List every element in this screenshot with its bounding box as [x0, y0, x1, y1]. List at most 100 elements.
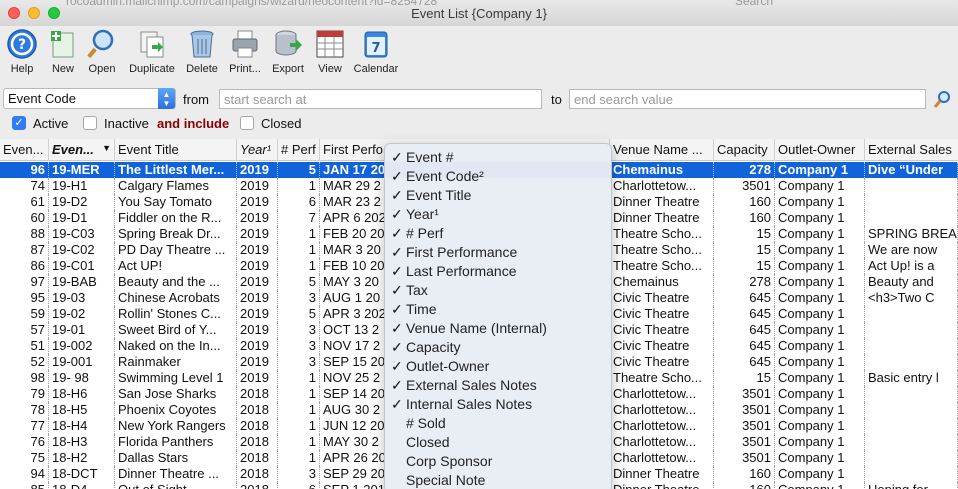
- column-header-year[interactable]: Year¹: [237, 139, 278, 161]
- table-cell-ext: [865, 194, 958, 210]
- table-cell-perf: 1: [278, 370, 320, 386]
- menu-item-column[interactable]: ✓ Tax: [385, 281, 611, 300]
- checkmark-icon: ✓: [391, 225, 403, 241]
- table-cell-capacity: 160: [714, 194, 775, 210]
- table-cell-num: 96: [0, 162, 49, 178]
- table-cell-code: 19-D2: [49, 194, 115, 210]
- table-cell-num: 79: [0, 386, 49, 402]
- table-cell-perf: 1: [278, 418, 320, 434]
- from-label: from: [183, 92, 209, 107]
- search-row: Event Code ▲ ▼ from start search at to en…: [0, 86, 958, 112]
- calendar-button[interactable]: 7 Calendar: [351, 28, 401, 75]
- window-title: Event List {Company 1}: [411, 6, 547, 21]
- table-cell-code: 18-H2: [49, 450, 115, 466]
- view-button[interactable]: View: [313, 28, 347, 75]
- checkmark-icon: ✓: [391, 320, 403, 336]
- menu-item-label: Special Note: [406, 472, 486, 488]
- menu-item-column[interactable]: ✓ Year¹: [385, 205, 611, 224]
- table-cell-year: 2019: [237, 354, 278, 370]
- column-header-perf[interactable]: # Perf: [278, 139, 320, 161]
- open-button[interactable]: Open: [85, 28, 119, 75]
- table-cell-code: 19-C02: [49, 242, 115, 258]
- checkmark-icon: ✓: [391, 244, 403, 260]
- table-cell-capacity: 3501: [714, 178, 775, 194]
- table-cell-num: 87: [0, 242, 49, 258]
- table-cell-capacity: 15: [714, 258, 775, 274]
- menu-item-column[interactable]: ✓ Event #: [385, 148, 611, 167]
- delete-button[interactable]: Delete: [184, 28, 220, 75]
- search-end-input[interactable]: end search value: [569, 89, 926, 109]
- menu-item-column[interactable]: ✓ First Performance: [385, 243, 611, 262]
- closed-checkbox[interactable]: [240, 116, 254, 130]
- menu-item-column[interactable]: Corp Sponsor: [385, 452, 611, 471]
- table-cell-perf: 3: [278, 322, 320, 338]
- column-header-outlet-owner[interactable]: Outlet-Owner: [775, 139, 865, 161]
- inactive-checkbox[interactable]: [83, 116, 97, 130]
- menu-item-column[interactable]: ✓ Event Title: [385, 186, 611, 205]
- menu-item-column[interactable]: Closed: [385, 433, 611, 452]
- active-checkbox[interactable]: ✓: [12, 116, 26, 130]
- table-cell-title: You Say Tomato: [115, 194, 237, 210]
- column-header-event-code[interactable]: Even... ▼: [49, 139, 115, 161]
- table-cell-owner: Company 1: [775, 162, 865, 178]
- table-cell-year: 2019: [237, 306, 278, 322]
- table-cell-capacity: 645: [714, 354, 775, 370]
- menu-item-column[interactable]: ✓ Last Performance: [385, 262, 611, 281]
- search-field-select[interactable]: Event Code ▲ ▼: [3, 88, 176, 109]
- menu-item-column[interactable]: ✓ Event Code²: [385, 167, 611, 186]
- table-cell-code: 19-C01: [49, 258, 115, 274]
- duplicate-button[interactable]: Duplicate: [124, 28, 180, 75]
- table-cell-perf: 1: [278, 258, 320, 274]
- column-header-capacity[interactable]: Capacity: [714, 139, 775, 161]
- table-cell-owner: Company 1: [775, 354, 865, 370]
- table-cell-num: 74: [0, 178, 49, 194]
- table-cell-ext: [865, 466, 958, 482]
- table-cell-capacity: 645: [714, 338, 775, 354]
- table-cell-num: 60: [0, 210, 49, 226]
- table-cell-owner: Company 1: [775, 482, 865, 489]
- menu-item-column[interactable]: ✓ Capacity: [385, 338, 611, 357]
- menu-item-column[interactable]: ✓ External Sales Notes: [385, 376, 611, 395]
- export-label: Export: [272, 63, 304, 75]
- search-start-input[interactable]: start search at: [219, 89, 542, 109]
- new-document-icon: [51, 31, 74, 58]
- table-cell-venue: Theatre Scho...: [610, 258, 714, 274]
- column-header-event-number[interactable]: Even...: [0, 139, 49, 161]
- table-cell-year: 2018: [237, 402, 278, 418]
- column-header-external-sales[interactable]: External Sales: [865, 139, 958, 161]
- column-header-event-title[interactable]: Event Title: [115, 139, 237, 161]
- search-icon[interactable]: [933, 89, 953, 109]
- menu-item-column[interactable]: # Sold: [385, 414, 611, 433]
- printer-icon: [232, 30, 258, 58]
- table-cell-ext: Hoping for: [865, 482, 958, 489]
- menu-item-column[interactable]: ✓ Venue Name (Internal): [385, 319, 611, 338]
- table-cell-num: 88: [0, 226, 49, 242]
- table-cell-code: 19- 98: [49, 370, 115, 386]
- help-button[interactable]: ? Help: [5, 28, 39, 75]
- table-cell-capacity: 160: [714, 210, 775, 226]
- table-cell-code: 19-02: [49, 306, 115, 322]
- menu-item-column[interactable]: ✓ Time: [385, 300, 611, 319]
- table-cell-num: 95: [0, 290, 49, 306]
- menu-item-column[interactable]: ✓ Outlet-Owner: [385, 357, 611, 376]
- new-button[interactable]: New: [46, 28, 80, 75]
- export-button[interactable]: Export: [268, 28, 308, 75]
- table-cell-perf: 5: [278, 162, 320, 178]
- table-cell-code: 18-D4: [49, 482, 115, 489]
- table-cell-title: Calgary Flames: [115, 178, 237, 194]
- table-cell-owner: Company 1: [775, 450, 865, 466]
- menu-item-column[interactable]: Special Note: [385, 471, 611, 489]
- table-cell-num: 86: [0, 258, 49, 274]
- menu-item-column[interactable]: ✓ # Perf: [385, 224, 611, 243]
- table-cell-capacity: 3501: [714, 450, 775, 466]
- duplicate-label: Duplicate: [129, 63, 175, 75]
- menu-item-column[interactable]: ✓ Internal Sales Notes: [385, 395, 611, 414]
- delete-label: Delete: [186, 63, 218, 75]
- table-cell-ext: [865, 354, 958, 370]
- table-cell-capacity: 3501: [714, 386, 775, 402]
- table-cell-year: 2018: [237, 450, 278, 466]
- table-cell-venue: Dinner Theatre: [610, 482, 714, 489]
- column-header-venue[interactable]: Venue Name ...: [610, 139, 714, 161]
- print-button[interactable]: Print...: [225, 28, 265, 75]
- table-cell-perf: 3: [278, 466, 320, 482]
